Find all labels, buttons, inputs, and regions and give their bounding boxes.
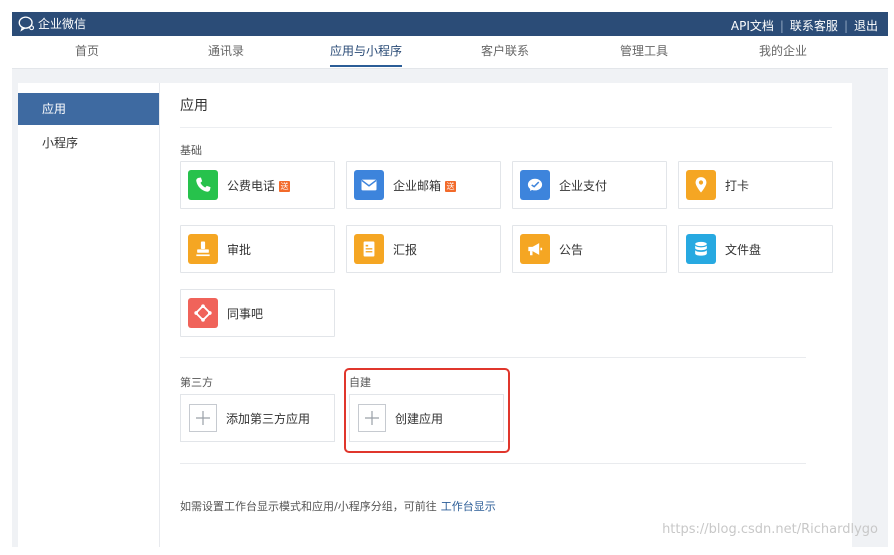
app-label: 企业邮箱 — [393, 178, 442, 193]
section-label-third-party: 第三方 — [180, 376, 213, 389]
nav-customer-contact[interactable]: 客户联系 — [481, 36, 529, 69]
database-icon — [686, 234, 716, 264]
top-links: API文档 | 联系客服 | 退出 — [731, 17, 878, 34]
nav-home[interactable]: 首页 — [75, 36, 99, 69]
plus-icon — [189, 404, 217, 432]
app-card-report[interactable]: 汇报 — [346, 225, 501, 273]
watermark: https://blog.csdn.net/Richardlygo — [662, 522, 878, 537]
app-card-check-in[interactable]: 打卡 — [678, 161, 833, 209]
top-separator: | — [779, 18, 784, 33]
api-docs-link[interactable]: API文档 — [731, 17, 774, 34]
nav-my-company[interactable]: 我的企业 — [759, 36, 807, 69]
nav-management-tools[interactable]: 管理工具 — [620, 36, 668, 69]
section-label-basic: 基础 — [180, 144, 202, 157]
document-icon — [354, 234, 384, 264]
sidebar: 应用 小程序 — [18, 83, 160, 547]
page-title: 应用 — [180, 98, 208, 114]
app-card-file-drive[interactable]: 文件盘 — [678, 225, 833, 273]
title-divider — [180, 127, 832, 128]
logout-link[interactable]: 退出 — [854, 17, 878, 34]
section-divider — [180, 463, 806, 464]
app-card-approval[interactable]: 审批 — [180, 225, 335, 273]
logo-text: 企业微信 — [38, 17, 87, 31]
network-icon — [188, 298, 218, 328]
footer-note: 如需设置工作台显示模式和应用/小程序分组，可前往 工作台显示 — [180, 498, 496, 514]
content-panel: 应用 小程序 应用 基础 公费电话送 企业邮箱送 企业支付 打卡 审批 汇报 公… — [18, 83, 852, 547]
highlight-box — [344, 368, 510, 453]
contact-support-link[interactable]: 联系客服 — [790, 17, 838, 34]
mail-icon — [354, 170, 384, 200]
app-label: 打卡 — [725, 178, 750, 193]
workbench-display-link[interactable]: 工作台显示 — [441, 500, 496, 513]
megaphone-icon — [520, 234, 550, 264]
sidebar-item-mini-programs[interactable]: 小程序 — [18, 127, 159, 159]
app-card-enterprise-mail[interactable]: 企业邮箱送 — [346, 161, 501, 209]
app-label: 公费电话 — [227, 178, 276, 193]
app-label: 文件盘 — [725, 242, 762, 257]
sidebar-item-apps[interactable]: 应用 — [18, 93, 159, 125]
logo[interactable]: 企业微信 — [18, 15, 86, 32]
app-label: 公告 — [559, 242, 584, 257]
app-window: 企业微信 API文档 | 联系客服 | 退出 首页 通讯录 应用与小程序 客户联… — [12, 12, 888, 547]
app-card-enterprise-payment[interactable]: 企业支付 — [512, 161, 667, 209]
top-bar: 企业微信 API文档 | 联系客服 | 退出 — [12, 12, 888, 36]
main-content: 应用 基础 公费电话送 企业邮箱送 企业支付 打卡 审批 汇报 公告 文件盘 同… — [180, 83, 840, 547]
footer-text: 如需设置工作台显示模式和应用/小程序分组，可前往 — [180, 500, 437, 513]
gift-badge: 送 — [279, 180, 291, 192]
app-label: 汇报 — [393, 242, 418, 257]
phone-icon — [188, 170, 218, 200]
app-label: 同事吧 — [227, 306, 264, 321]
app-card-colleague-forum[interactable]: 同事吧 — [180, 289, 335, 337]
nav-apps[interactable]: 应用与小程序 — [329, 36, 403, 69]
app-card-announcement[interactable]: 公告 — [512, 225, 667, 273]
payment-icon — [520, 170, 550, 200]
gift-badge: 送 — [445, 180, 457, 192]
add-third-party-label: 添加第三方应用 — [226, 411, 311, 426]
stamp-icon — [188, 234, 218, 264]
section-divider — [180, 357, 806, 358]
main-nav: 首页 通讯录 应用与小程序 客户联系 管理工具 我的企业 — [12, 36, 888, 69]
app-label: 审批 — [227, 242, 252, 257]
app-card-public-phone[interactable]: 公费电话送 — [180, 161, 335, 209]
top-separator: | — [843, 18, 848, 33]
location-pin-icon — [686, 170, 716, 200]
nav-contacts[interactable]: 通讯录 — [208, 36, 244, 69]
wework-logo-icon — [18, 16, 35, 32]
app-label: 企业支付 — [559, 178, 608, 193]
add-third-party-app-button[interactable]: 添加第三方应用 — [180, 394, 335, 442]
